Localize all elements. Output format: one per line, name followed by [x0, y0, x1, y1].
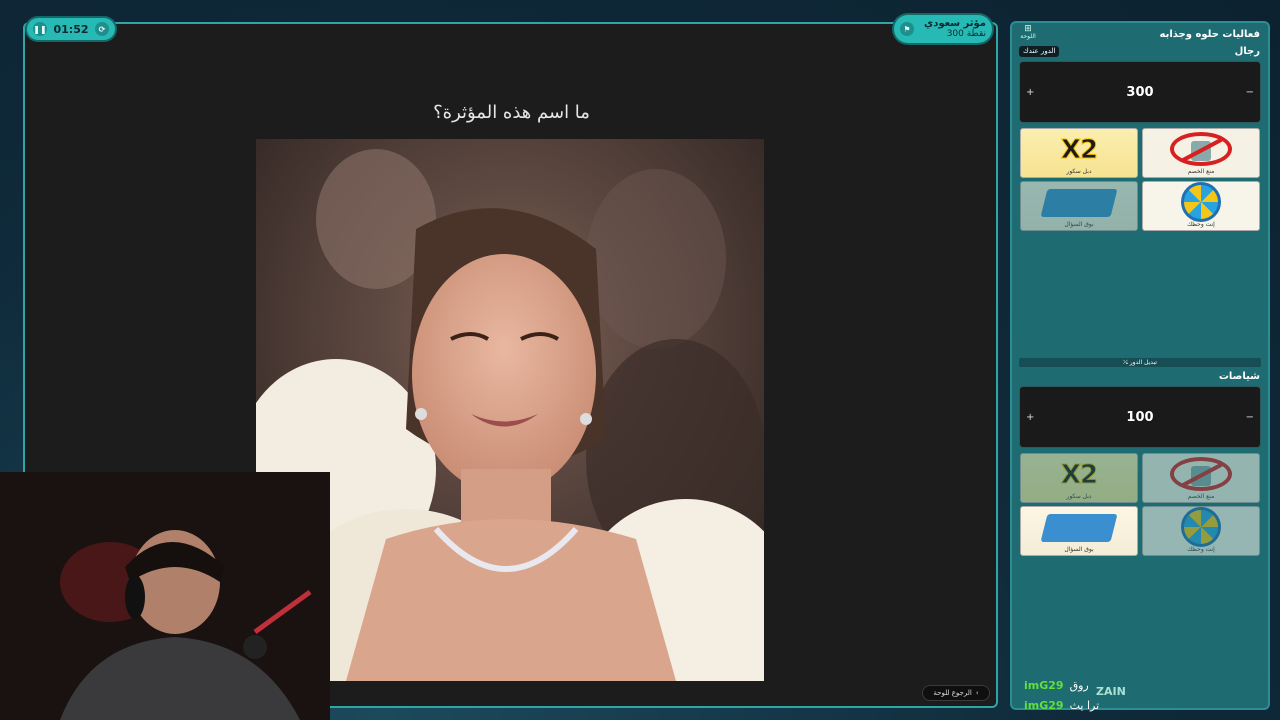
card-label: بوق السؤال	[1064, 546, 1094, 553]
wheel-icon	[1181, 182, 1221, 222]
team-1-score: 300	[1126, 84, 1154, 100]
team-1-horn-question-card[interactable]: بوق السؤال	[1020, 181, 1138, 231]
card-label: منع الخصم	[1187, 493, 1215, 500]
card-label: إنت وحظك	[1187, 546, 1215, 553]
team-2-name: شياصات	[1218, 371, 1260, 382]
team-1-plus-button[interactable]: +	[1026, 87, 1034, 98]
current-team-pill: ⚑ مؤثر سعودي 300 نقطة	[894, 15, 992, 43]
team-2-score-box: + 100 −	[1019, 386, 1261, 448]
chat-text: ترا يث	[1069, 698, 1100, 712]
x2-badge: X2	[1060, 135, 1098, 166]
streamer-webcam	[0, 472, 330, 720]
card-label: إنت وحظك	[1187, 221, 1215, 228]
sidebar-panel: ⊞ اللوحة فعاليات حلوه وجذابه الدور عندك …	[1010, 21, 1270, 712]
x2-badge: X2	[1060, 460, 1098, 491]
grid-icon: ⊞	[1024, 24, 1032, 34]
influencer-photo	[256, 139, 764, 681]
current-team-name: مؤثر سعودي	[924, 18, 986, 29]
card-label: بوق السؤال	[1064, 221, 1094, 228]
team-1-double-score-card[interactable]: X2 دبل سكور	[1020, 128, 1138, 178]
team-2-plus-button[interactable]: +	[1026, 412, 1034, 423]
team-2-powerups: X2 دبل سكور منع الخصم بوق السؤال إنت وحظ…	[1020, 453, 1260, 556]
team-2-double-score-card[interactable]: X2 دبل سكور	[1020, 453, 1138, 503]
board-home-button[interactable]: ⊞ اللوحة	[1020, 24, 1036, 41]
current-team-points: 300 نقطة	[946, 29, 986, 39]
board-home-label: اللوحة	[1020, 33, 1036, 40]
chat-message: imG29 ترا يث	[1024, 695, 1114, 715]
flag-icon[interactable]: ⚑	[900, 22, 914, 36]
chat-username: imG29	[1024, 698, 1064, 712]
sponsor-logo: ZAIN	[1096, 685, 1126, 698]
team-2-block-opponent-card[interactable]: منع الخصم	[1142, 453, 1260, 503]
pause-icon[interactable]: ❚❚	[33, 22, 47, 36]
card-label: منع الخصم	[1187, 168, 1215, 175]
prohibited-icon	[1170, 457, 1232, 491]
team-2-horn-question-card[interactable]: بوق السؤال	[1020, 506, 1138, 556]
team-1-minus-button[interactable]: −	[1246, 87, 1254, 98]
chat-text: روق	[1069, 678, 1089, 692]
turn-badge: الدور عندك	[1019, 46, 1060, 57]
team-1-block-opponent-card[interactable]: منع الخصم	[1142, 128, 1260, 178]
cards-icon	[1040, 189, 1118, 217]
timer: ❚❚ 01:52 ⟳	[27, 18, 115, 40]
team-1-luck-wheel-card[interactable]: إنت وحظك	[1142, 181, 1260, 231]
swap-turn-button[interactable]: ⤯ تبديل الدور	[1019, 358, 1261, 367]
cards-icon	[1040, 514, 1118, 542]
sidebar-title: فعاليات حلوه وجذابه	[1159, 29, 1260, 40]
team-1-powerups: X2 دبل سكور منع الخصم بوق السؤال إنت وحظ…	[1020, 128, 1260, 231]
chat-username: imG29	[1024, 678, 1064, 692]
back-label: الرجوع للوحة	[933, 689, 972, 697]
team-2-minus-button[interactable]: −	[1246, 412, 1254, 423]
prohibited-icon	[1170, 132, 1232, 166]
question-text: ما اسم هذه المؤثرة؟	[433, 102, 590, 123]
back-to-board-button[interactable]: الرجوع للوحة ‹	[922, 685, 990, 701]
chevron-left-icon: ‹	[975, 689, 979, 697]
team-1-score-box: + 300 −	[1019, 61, 1261, 123]
wheel-icon	[1181, 507, 1221, 547]
team-2-luck-wheel-card[interactable]: إنت وحظك	[1142, 506, 1260, 556]
webcam-feed	[0, 472, 330, 720]
team-2-score: 100	[1126, 409, 1154, 425]
timer-icon[interactable]: ⟳	[94, 22, 109, 36]
sidebar-header: ⊞ اللوحة فعاليات حلوه وجذابه	[1012, 23, 1268, 47]
question-image	[256, 139, 764, 681]
team-1-name: رجال	[1234, 46, 1260, 57]
timer-value: 01:52	[53, 22, 89, 36]
card-label: دبل سكور	[1066, 168, 1092, 175]
card-label: دبل سكور	[1066, 493, 1092, 500]
